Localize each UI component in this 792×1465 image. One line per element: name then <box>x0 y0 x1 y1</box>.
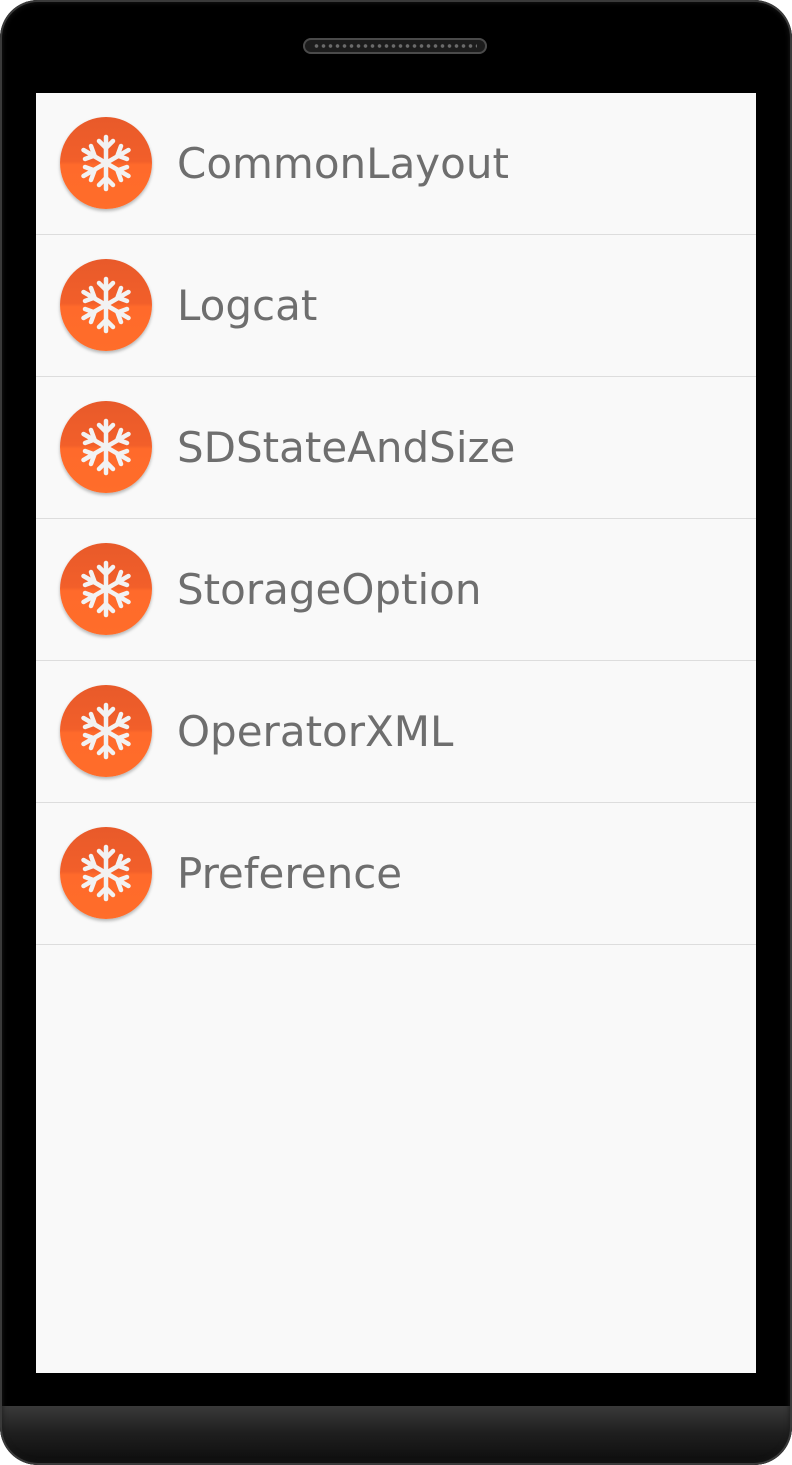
earpiece-speaker <box>303 38 487 54</box>
snowflake-icon <box>60 685 152 777</box>
list-item-operatorxml[interactable]: OperatorXML <box>36 661 756 803</box>
app-screen: CommonLayout Logcat SDStateAndSize Stora… <box>36 93 756 1373</box>
snowflake-icon <box>60 827 152 919</box>
snowflake-icon <box>60 117 152 209</box>
list-item-storageoption[interactable]: StorageOption <box>36 519 756 661</box>
list-item-label: StorageOption <box>177 565 482 614</box>
snowflake-icon <box>60 543 152 635</box>
app-list: CommonLayout Logcat SDStateAndSize Stora… <box>36 93 756 945</box>
list-item-label: Preference <box>177 849 403 898</box>
snowflake-icon <box>60 259 152 351</box>
list-item-label: OperatorXML <box>177 707 454 756</box>
list-item-sdstateandsize[interactable]: SDStateAndSize <box>36 377 756 519</box>
speaker-grille <box>313 43 477 49</box>
bottom-bezel <box>0 1406 792 1465</box>
list-item-logcat[interactable]: Logcat <box>36 235 756 377</box>
list-item-label: CommonLayout <box>177 139 509 188</box>
snowflake-icon <box>60 401 152 493</box>
list-item-label: SDStateAndSize <box>177 423 516 472</box>
list-item-preference[interactable]: Preference <box>36 803 756 945</box>
list-item-label: Logcat <box>177 281 318 330</box>
list-item-commonlayout[interactable]: CommonLayout <box>36 93 756 235</box>
device-frame: CommonLayout Logcat SDStateAndSize Stora… <box>0 0 792 1465</box>
